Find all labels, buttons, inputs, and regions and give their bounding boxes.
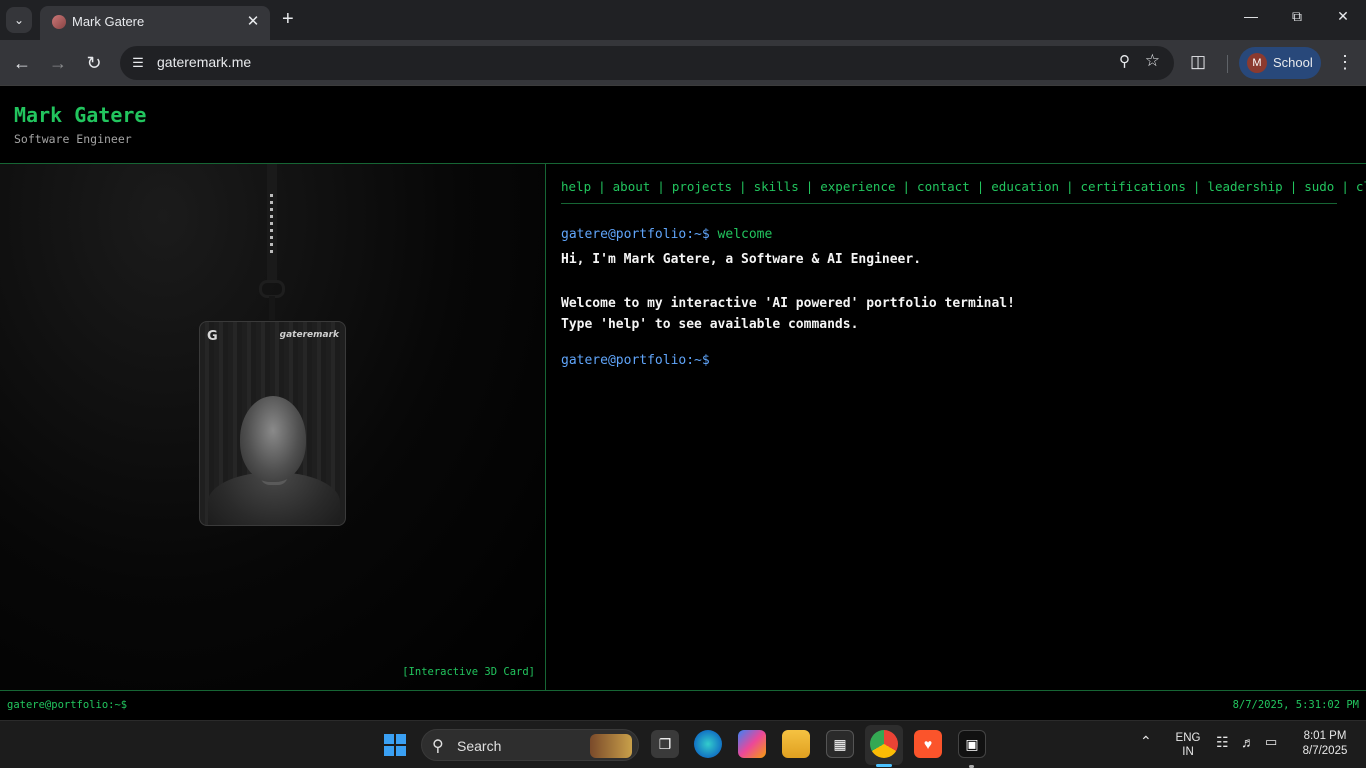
status-datetime: 8/7/2025, 5:31:02 PM [1232,699,1359,711]
bookmark-star-icon[interactable]: ☆ [1145,51,1160,71]
address-bar[interactable]: ☰ gateremark.me ⚲ ☆ [120,46,1174,80]
card-pane[interactable]: G gateremark [Interactive 3D Card] [0,164,545,690]
clock-time: 8:01 PM [1303,730,1347,742]
site-title: Mark Gatere [14,103,147,127]
command-projects[interactable]: projects [672,179,732,194]
windows-start-icon[interactable] [384,734,406,756]
file-explorer-icon[interactable] [782,730,810,758]
terminal-output-line: Type 'help' to see available commands. [561,317,859,332]
command-separator: | [1192,179,1201,194]
card-caption: [Interactive 3D Card] [402,666,535,678]
portfolio-page: Mark Gatere Software Engineer G gaterema… [0,87,1366,720]
command-contact[interactable]: contact [917,179,970,194]
app-cube-icon[interactable]: ▣ [958,730,986,758]
site-info-icon[interactable]: ☰ [128,53,148,73]
status-bar: gatere@portfolio:~$ 8/7/2025, 5:31:02 PM [0,691,1366,720]
terminal-pane[interactable]: help | about | projects | skills | experience | co… [546,164,1366,690]
tray-chevron-up-icon[interactable]: ⌃ [1140,733,1152,750]
terminal-prompt: gatere@portfolio:~$ [561,227,710,242]
command-separator: | [976,179,985,194]
avatar: M [1247,53,1267,73]
taskbar: ⚲ Search ❐ ▦ ♥ ▣ ⌃ ENG IN ☷ ♬ ▭ 8:01 PM … [0,720,1366,768]
back-icon[interactable]: ← [10,52,34,74]
portrait-head [240,396,306,482]
new-tab-icon[interactable]: + [282,9,294,29]
clock-date: 8/7/2025 [1302,745,1348,757]
lanyard-stitching [270,194,273,254]
terminal-input-line[interactable]: gatere@portfolio:~$ [561,350,1015,371]
chrome-active-indicator [876,764,892,767]
site-subtitle: Software Engineer [14,132,132,146]
command-experience[interactable]: experience [820,179,895,194]
command-about[interactable]: about [613,179,651,194]
command-nav: help | about | projects | skills | experience | co… [561,179,1366,194]
command-separator: | [739,179,747,194]
language-indicator[interactable]: ENG IN [1172,731,1204,759]
browser-toolbar: ← → ↻ ☰ gateremark.me ⚲ ☆ ◫ M School ⋮ [0,40,1366,86]
taskbar-search[interactable]: ⚲ Search [421,729,639,761]
task-view-icon[interactable]: ❐ [651,730,679,758]
taskbar-search-label: Search [457,738,502,754]
command-separator: | [657,179,665,194]
reload-icon[interactable]: ↻ [82,52,106,74]
command-nav-divider [561,203,1337,204]
command-separator: | [1066,179,1074,194]
lang-top: ENG [1175,732,1201,744]
command-separator: | [805,179,814,194]
command-leadership[interactable]: leadership [1207,179,1282,194]
favicon-icon [52,15,66,29]
terminal-output-line: Hi, I'm Mark Gatere, a Software & AI Eng… [561,252,922,267]
extensions-icon[interactable]: ◫ [1190,52,1206,72]
card-brand: gateremark [279,330,339,340]
command-clear[interactable]: clear [1356,179,1366,194]
command-education[interactable]: education [991,179,1059,194]
volume-icon[interactable]: ♬ [1241,734,1255,750]
wifi-icon[interactable]: ☷ [1216,734,1229,751]
command-sudo[interactable]: sudo [1304,179,1334,194]
terminal-output-line: Welcome to my interactive 'AI powered' p… [561,296,1015,311]
chevron-down-icon: ⌄ [13,13,25,27]
search-icon: ⚲ [432,738,444,755]
brand-logo-icon: G [207,329,218,344]
clock[interactable]: 8:01 PM 8/7/2025 [1292,729,1358,759]
restore-icon[interactable]: ⧉ [1274,8,1320,25]
command-help[interactable]: help [561,179,591,194]
brave-icon[interactable]: ♥ [914,730,942,758]
close-tab-icon[interactable]: ✕ [244,12,262,30]
browser-tab[interactable]: Mark Gatere ✕ [40,6,270,40]
edge-browser-icon[interactable] [694,730,722,758]
tab-search-button[interactable]: ⌄ [6,7,32,33]
minimize-icon[interactable]: — [1228,8,1274,24]
terminal-output: gatere@portfolio:~$ welcome Hi, I'm Mark… [561,224,1015,371]
search-highlight-icon [590,734,632,758]
window-close-icon[interactable]: ✕ [1320,8,1366,25]
browser-tabstrip: ⌄ Mark Gatere ✕ + — ⧉ ✕ [0,0,1366,40]
command-separator: | [902,179,911,194]
tab-title: Mark Gatere [72,14,145,29]
copilot-icon[interactable] [738,730,766,758]
command-separator: | [1289,179,1298,194]
status-prompt: gatere@portfolio:~$ [7,699,128,711]
forward-icon[interactable]: → [46,52,70,74]
terminal-command: welcome [717,227,773,242]
zoom-icon[interactable]: ⚲ [1119,52,1130,70]
command-skills[interactable]: skills [754,179,799,194]
store-icon[interactable]: ▦ [826,730,854,758]
url-text[interactable]: gateremark.me [157,54,251,70]
id-card[interactable]: G gateremark [199,321,346,526]
profile-name: School [1273,55,1313,70]
lang-bottom: IN [1182,746,1194,758]
terminal-command-line: gatere@portfolio:~$ welcome [561,224,1015,245]
command-separator: | [1341,179,1349,194]
toolbar-divider [1227,55,1228,73]
profile-button[interactable]: M School [1239,47,1321,79]
lanyard-hook [269,296,275,320]
command-certifications[interactable]: certifications [1081,179,1186,194]
command-separator: | [598,179,606,194]
more-menu-icon[interactable]: ⋮ [1336,52,1354,73]
battery-icon[interactable]: ▭ [1265,734,1277,750]
terminal-prompt: gatere@portfolio:~$ [561,353,710,368]
chrome-icon[interactable] [870,730,898,758]
